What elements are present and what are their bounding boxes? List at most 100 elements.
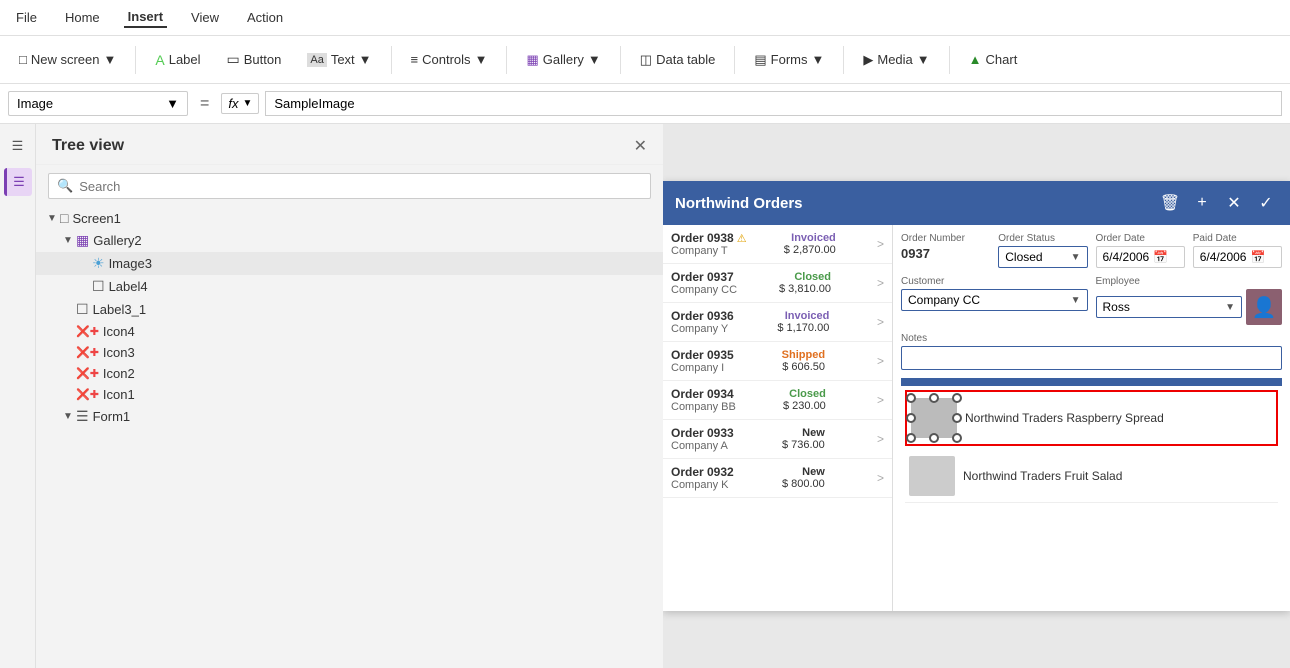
notes-input[interactable] xyxy=(901,346,1282,370)
order-status-input[interactable]: Closed ▼ xyxy=(998,246,1087,268)
layers-button[interactable]: ☰ xyxy=(4,168,32,196)
new-screen-button[interactable]: □ New screen ▼ xyxy=(8,47,127,72)
tree-item-icon2[interactable]: ❌✚ Icon2 xyxy=(36,363,663,384)
search-box[interactable]: 🔍 xyxy=(48,173,651,199)
order-left-0933: Order 0933 Company A xyxy=(671,426,734,452)
order-row-0934[interactable]: Order 0934 Company BB Closed $ 230.00 > xyxy=(663,381,892,420)
toggle-form1[interactable]: ▼ xyxy=(60,411,76,422)
order-chevron-0933: > xyxy=(877,432,884,446)
menu-home[interactable]: Home xyxy=(61,8,104,27)
order-chevron-0935: > xyxy=(877,354,884,368)
order-row-0935[interactable]: Order 0935 Company I Shipped $ 606.50 > xyxy=(663,342,892,381)
controls-button[interactable]: ≡ Controls ▼ xyxy=(400,47,499,72)
order-status-0938: Invoiced xyxy=(791,232,836,244)
label3_1-label: Label3_1 xyxy=(93,302,147,317)
toggle-screen1[interactable]: ▼ xyxy=(44,213,60,224)
handle-bl[interactable] xyxy=(906,433,916,443)
separator-6 xyxy=(843,46,844,74)
order-date-input[interactable]: 6/4/2006 📅 xyxy=(1096,246,1185,268)
product-row-1[interactable]: Northwind Traders Fruit Salad xyxy=(905,450,1278,503)
tree-item-gallery2[interactable]: ▼ ▦ Gallery2 xyxy=(36,229,663,252)
order-row-0936[interactable]: Order 0936 Company Y Invoiced $ 1,170.00… xyxy=(663,303,892,342)
data-table-button[interactable]: ◫ Data table xyxy=(629,47,727,73)
order-left-0937: Order 0937 Company CC xyxy=(671,270,737,296)
order-number-value: 0937 xyxy=(901,246,990,261)
order-company-0934: Company BB xyxy=(671,401,736,413)
order-row-0932[interactable]: Order 0932 Company K New $ 800.00 > xyxy=(663,459,892,498)
menu-action[interactable]: Action xyxy=(243,8,287,27)
order-status-0934: Closed xyxy=(789,388,826,400)
gallery-button[interactable]: ▦ Gallery ▼ xyxy=(515,47,611,73)
order-amount-0932: $ 800.00 xyxy=(782,478,825,490)
tree-item-icon3[interactable]: ❌✚ Icon3 xyxy=(36,342,663,363)
tree-item-icon4[interactable]: ❌✚ Icon4 xyxy=(36,321,663,342)
order-right-0935: Shipped $ 606.50 xyxy=(782,349,825,373)
employee-label: Employee xyxy=(1096,276,1283,287)
trash-icon[interactable]: 🗑 xyxy=(1158,191,1182,215)
tree-item-screen1[interactable]: ▼ □ Screen1 xyxy=(36,207,663,229)
formula-selector[interactable]: Image ▼ xyxy=(8,91,188,116)
tree-item-icon1[interactable]: ❌✚ Icon1 xyxy=(36,384,663,405)
menu-insert[interactable]: Insert xyxy=(124,7,167,28)
order-id-0933: Order 0933 xyxy=(671,426,734,440)
chart-button[interactable]: ▲ Chart xyxy=(958,47,1029,72)
text-chevron-icon: ▼ xyxy=(359,52,372,67)
close-icon[interactable]: ✕ xyxy=(1222,191,1246,215)
order-row-0933[interactable]: Order 0933 Company A New $ 736.00 > xyxy=(663,420,892,459)
order-amount-0936: $ 1,170.00 xyxy=(777,322,829,334)
label-tree-icon: ☐ xyxy=(92,278,105,295)
order-right-0937: Closed $ 3,810.00 xyxy=(779,271,831,295)
tree-item-form1[interactable]: ▼ ☰ Form1 xyxy=(36,405,663,428)
handle-br[interactable] xyxy=(952,433,962,443)
handle-ml[interactable] xyxy=(906,413,916,423)
chart-icon: ▲ xyxy=(969,52,982,67)
fx-button[interactable]: fx ▼ xyxy=(221,93,259,114)
employee-input[interactable]: Ross ▼ xyxy=(1096,296,1243,318)
employee-field: Employee Ross ▼ 👤 xyxy=(1096,276,1283,325)
search-input[interactable] xyxy=(79,179,642,194)
separator-3 xyxy=(506,46,507,74)
customer-input[interactable]: Company CC ▼ xyxy=(901,289,1088,311)
notes-field: Notes xyxy=(901,333,1282,370)
check-icon[interactable]: ✓ xyxy=(1254,191,1278,215)
tree-close-button[interactable]: ✕ xyxy=(634,136,647,156)
order-right-0938: Invoiced $ 2,870.00 xyxy=(784,232,836,256)
tree-item-label4[interactable]: ☐ Label4 xyxy=(36,275,663,298)
menu-bar: File Home Insert View Action xyxy=(0,0,1290,36)
fx-chevron-icon: ▼ xyxy=(242,98,252,109)
hamburger-button[interactable]: ☰ xyxy=(4,132,32,160)
add-icon[interactable]: + xyxy=(1190,191,1214,215)
label-button[interactable]: A Label xyxy=(144,47,211,73)
screen1-label: Screen1 xyxy=(72,211,120,226)
product-area: Northwind Traders Raspberry Spread North… xyxy=(901,386,1282,507)
handle-bm[interactable] xyxy=(929,433,939,443)
menu-file[interactable]: File xyxy=(12,8,41,27)
handle-mr[interactable] xyxy=(952,413,962,423)
tree-item-image3[interactable]: ☀ Image3 xyxy=(36,252,663,275)
icon4-tree-icon: ❌✚ xyxy=(76,325,99,338)
handle-tl[interactable] xyxy=(906,393,916,403)
gallery2-label: Gallery2 xyxy=(93,233,141,248)
tree-item-label3_1[interactable]: ☐ Label3_1 xyxy=(36,298,663,321)
media-button[interactable]: ▶ Media ▼ xyxy=(852,47,940,73)
order-status-0933: New xyxy=(802,427,825,439)
toggle-gallery2[interactable]: ▼ xyxy=(60,235,76,246)
separator-5 xyxy=(734,46,735,74)
sidebar-icons: ☰ ☰ xyxy=(0,124,36,668)
button-button[interactable]: ▭ Button xyxy=(216,46,293,73)
icon2-tree-icon: ❌✚ xyxy=(76,367,99,380)
product-row-0[interactable]: Northwind Traders Raspberry Spread xyxy=(905,390,1278,446)
chevron-down-icon: ▼ xyxy=(104,52,117,67)
forms-button[interactable]: ▤ Forms ▼ xyxy=(743,47,835,73)
text-icon: Aa xyxy=(307,53,326,67)
paid-date-input[interactable]: 6/4/2006 📅 xyxy=(1193,246,1282,268)
text-button[interactable]: Aa Text ▼ xyxy=(296,47,382,72)
tree-title: Tree view xyxy=(52,137,124,155)
order-row-0937[interactable]: Order 0937 Company CC Closed $ 3,810.00 … xyxy=(663,264,892,303)
order-row-0938[interactable]: Order 0938 ⚠ Company T Invoiced $ 2,870.… xyxy=(663,225,892,264)
formula-input[interactable] xyxy=(265,91,1282,116)
order-right-0932: New $ 800.00 xyxy=(782,466,825,490)
menu-view[interactable]: View xyxy=(187,8,223,27)
handle-tr[interactable] xyxy=(952,393,962,403)
handle-tm[interactable] xyxy=(929,393,939,403)
